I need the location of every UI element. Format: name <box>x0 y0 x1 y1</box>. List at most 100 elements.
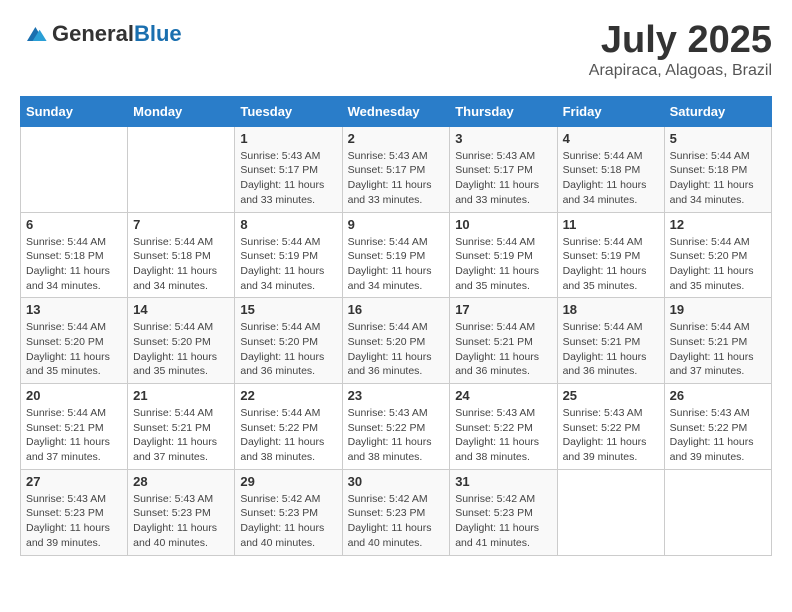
calendar-cell: 18 Sunrise: 5:44 AMSunset: 5:21 PMDayligh… <box>557 298 664 384</box>
day-info: Sunrise: 5:43 AMSunset: 5:17 PMDaylight:… <box>240 149 336 208</box>
logo: GeneralBlue <box>20 20 182 48</box>
day-number: 30 <box>348 474 445 489</box>
day-number: 18 <box>563 302 659 317</box>
weekday-header-row: SundayMondayTuesdayWednesdayThursdayFrid… <box>21 96 772 126</box>
day-number: 26 <box>670 388 766 403</box>
day-number: 22 <box>240 388 336 403</box>
calendar-cell: 20Sunrise: 5:44 AMSunset: 5:21 PMDayligh… <box>21 384 128 470</box>
calendar-cell: 30 Sunrise: 5:42 AMSunset: 5:23 PMDayligh… <box>342 469 450 555</box>
calendar-cell: 7 Sunrise: 5:44 AMSunset: 5:18 PMDaylight… <box>128 212 235 298</box>
day-number: 10 <box>455 217 551 232</box>
day-info: Sunrise: 5:44 AMSunset: 5:19 PMDaylight:… <box>240 235 336 294</box>
day-number: 4 <box>563 131 659 146</box>
day-info: Sunrise: 5:44 AMSunset: 5:20 PMDaylight:… <box>26 320 122 379</box>
day-info: Sunrise: 5:44 AMSunset: 5:20 PMDaylight:… <box>670 235 766 294</box>
weekday-header-friday: Friday <box>557 96 664 126</box>
calendar-cell: 8 Sunrise: 5:44 AMSunset: 5:19 PMDaylight… <box>235 212 342 298</box>
calendar-cell: 31 Sunrise: 5:42 AMSunset: 5:23 PMDayligh… <box>450 469 557 555</box>
calendar-cell: 22 Sunrise: 5:44 AMSunset: 5:22 PMDayligh… <box>235 384 342 470</box>
day-info: Sunrise: 5:44 AMSunset: 5:19 PMDaylight:… <box>563 235 659 294</box>
day-info: Sunrise: 5:44 AMSunset: 5:21 PMDaylight:… <box>455 320 551 379</box>
calendar-cell: 14 Sunrise: 5:44 AMSunset: 5:20 PMDayligh… <box>128 298 235 384</box>
calendar-cell: 23 Sunrise: 5:43 AMSunset: 5:22 PMDayligh… <box>342 384 450 470</box>
calendar-cell: 11 Sunrise: 5:44 AMSunset: 5:19 PMDayligh… <box>557 212 664 298</box>
weekday-header-sunday: Sunday <box>21 96 128 126</box>
day-number: 31 <box>455 474 551 489</box>
calendar-cell: 9 Sunrise: 5:44 AMSunset: 5:19 PMDaylight… <box>342 212 450 298</box>
day-number: 9 <box>348 217 445 232</box>
calendar-cell: 10 Sunrise: 5:44 AMSunset: 5:19 PMDayligh… <box>450 212 557 298</box>
day-info: Sunrise: 5:44 AMSunset: 5:19 PMDaylight:… <box>348 235 445 294</box>
day-number: 14 <box>133 302 229 317</box>
day-number: 15 <box>240 302 336 317</box>
calendar-cell: 4 Sunrise: 5:44 AMSunset: 5:18 PMDaylight… <box>557 126 664 212</box>
calendar-cell <box>664 469 771 555</box>
day-info: Sunrise: 5:44 AMSunset: 5:18 PMDaylight:… <box>563 149 659 208</box>
weekday-header-saturday: Saturday <box>664 96 771 126</box>
calendar-cell: 3Sunrise: 5:43 AMSunset: 5:17 PMDaylight… <box>450 126 557 212</box>
day-info: Sunrise: 5:43 AMSunset: 5:23 PMDaylight:… <box>26 492 122 551</box>
day-number: 17 <box>455 302 551 317</box>
month-title: July 2025 <box>589 20 772 62</box>
day-info: Sunrise: 5:44 AMSunset: 5:21 PMDaylight:… <box>670 320 766 379</box>
day-info: Sunrise: 5:43 AMSunset: 5:22 PMDaylight:… <box>455 406 551 465</box>
calendar-cell: 24 Sunrise: 5:43 AMSunset: 5:22 PMDayligh… <box>450 384 557 470</box>
logo-icon <box>20 20 48 48</box>
calendar-cell: 2 Sunrise: 5:43 AMSunset: 5:17 PMDaylight… <box>342 126 450 212</box>
day-number: 23 <box>348 388 445 403</box>
calendar-cell: 15 Sunrise: 5:44 AMSunset: 5:20 PMDayligh… <box>235 298 342 384</box>
day-number: 6 <box>26 217 122 232</box>
day-number: 19 <box>670 302 766 317</box>
logo-general-text: General <box>52 21 134 46</box>
weekday-header-thursday: Thursday <box>450 96 557 126</box>
location-title: Arapiraca, Alagoas, Brazil <box>589 62 772 80</box>
week-row-4: 20Sunrise: 5:44 AMSunset: 5:21 PMDayligh… <box>21 384 772 470</box>
day-info: Sunrise: 5:43 AMSunset: 5:17 PMDaylight:… <box>348 149 445 208</box>
calendar-cell: 6 Sunrise: 5:44 AMSunset: 5:18 PMDaylight… <box>21 212 128 298</box>
day-number: 21 <box>133 388 229 403</box>
day-info: Sunrise: 5:43 AMSunset: 5:22 PMDaylight:… <box>563 406 659 465</box>
calendar-cell: 28Sunrise: 5:43 AMSunset: 5:23 PMDayligh… <box>128 469 235 555</box>
logo-blue-text: Blue <box>134 21 182 46</box>
calendar-cell: 1Sunrise: 5:43 AMSunset: 5:17 PMDaylight… <box>235 126 342 212</box>
day-info: Sunrise: 5:44 AMSunset: 5:21 PMDaylight:… <box>563 320 659 379</box>
weekday-header-monday: Monday <box>128 96 235 126</box>
day-info: Sunrise: 5:43 AMSunset: 5:22 PMDaylight:… <box>348 406 445 465</box>
title-block: July 2025 Arapiraca, Alagoas, Brazil <box>589 20 772 80</box>
calendar-cell: 19 Sunrise: 5:44 AMSunset: 5:21 PMDayligh… <box>664 298 771 384</box>
day-info: Sunrise: 5:42 AMSunset: 5:23 PMDaylight:… <box>348 492 445 551</box>
week-row-1: 1Sunrise: 5:43 AMSunset: 5:17 PMDaylight… <box>21 126 772 212</box>
day-info: Sunrise: 5:44 AMSunset: 5:20 PMDaylight:… <box>240 320 336 379</box>
weekday-header-tuesday: Tuesday <box>235 96 342 126</box>
day-info: Sunrise: 5:44 AMSunset: 5:18 PMDaylight:… <box>133 235 229 294</box>
day-number: 27 <box>26 474 122 489</box>
day-number: 12 <box>670 217 766 232</box>
day-info: Sunrise: 5:44 AMSunset: 5:18 PMDaylight:… <box>26 235 122 294</box>
week-row-2: 6 Sunrise: 5:44 AMSunset: 5:18 PMDaylight… <box>21 212 772 298</box>
day-number: 7 <box>133 217 229 232</box>
calendar-cell: 27 Sunrise: 5:43 AMSunset: 5:23 PMDayligh… <box>21 469 128 555</box>
calendar-cell: 26 Sunrise: 5:43 AMSunset: 5:22 PMDayligh… <box>664 384 771 470</box>
day-number: 11 <box>563 217 659 232</box>
day-info: Sunrise: 5:43 AMSunset: 5:17 PMDaylight:… <box>455 149 551 208</box>
calendar-cell <box>557 469 664 555</box>
weekday-header-wednesday: Wednesday <box>342 96 450 126</box>
day-number: 25 <box>563 388 659 403</box>
day-info: Sunrise: 5:42 AMSunset: 5:23 PMDaylight:… <box>240 492 336 551</box>
day-number: 2 <box>348 131 445 146</box>
day-info: Sunrise: 5:44 AMSunset: 5:22 PMDaylight:… <box>240 406 336 465</box>
calendar-cell: 29Sunrise: 5:42 AMSunset: 5:23 PMDayligh… <box>235 469 342 555</box>
day-info: Sunrise: 5:44 AMSunset: 5:19 PMDaylight:… <box>455 235 551 294</box>
day-number: 28 <box>133 474 229 489</box>
day-number: 8 <box>240 217 336 232</box>
day-info: Sunrise: 5:43 AMSunset: 5:22 PMDaylight:… <box>670 406 766 465</box>
week-row-5: 27 Sunrise: 5:43 AMSunset: 5:23 PMDayligh… <box>21 469 772 555</box>
day-info: Sunrise: 5:44 AMSunset: 5:20 PMDaylight:… <box>133 320 229 379</box>
day-number: 5 <box>670 131 766 146</box>
day-number: 13 <box>26 302 122 317</box>
calendar-cell: 17 Sunrise: 5:44 AMSunset: 5:21 PMDayligh… <box>450 298 557 384</box>
day-info: Sunrise: 5:44 AMSunset: 5:18 PMDaylight:… <box>670 149 766 208</box>
day-info: Sunrise: 5:42 AMSunset: 5:23 PMDaylight:… <box>455 492 551 551</box>
day-number: 16 <box>348 302 445 317</box>
day-number: 24 <box>455 388 551 403</box>
